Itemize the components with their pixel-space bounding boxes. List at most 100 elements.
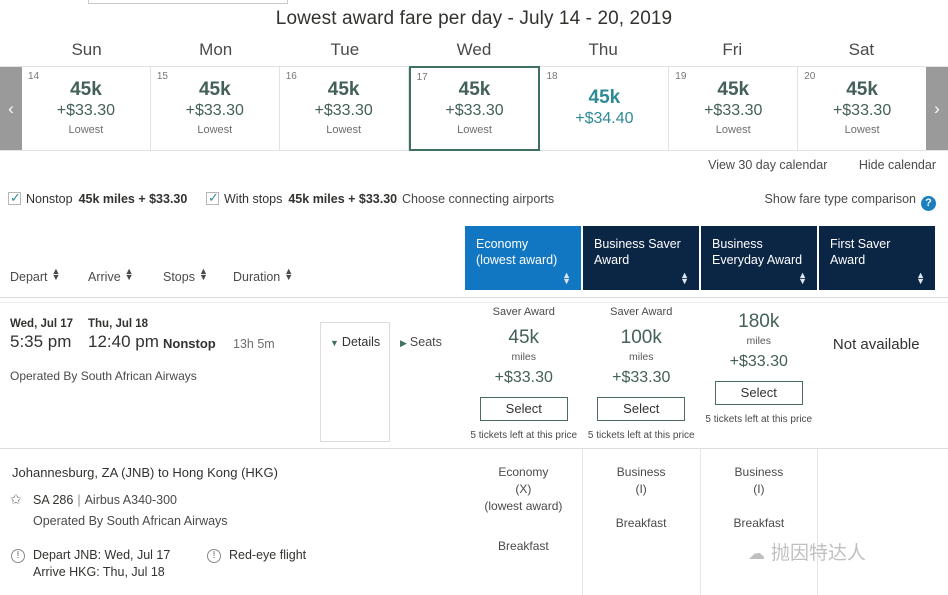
fare-miles: 100k [620,327,662,348]
sort-arrows-icon[interactable]: ▲ ▼ [284,267,293,282]
day-note: Lowest [844,124,880,136]
depart-time: 5:35 pm [10,332,72,351]
fare-column-economy[interactable]: Economy (lowest award) ▲ ▼ [465,226,581,290]
detail-route: Johannesburg, ZA (JNB) to Hong Kong (HKG… [12,465,278,480]
fare-tax: +$33.30 [494,369,553,386]
sort-arrows-icon[interactable]: ▲ ▼ [680,271,689,286]
weekday-fri: Fri [722,40,743,59]
weekday-thu: Thu [588,40,618,59]
operated-by-text: Operated By South African Airways [10,369,197,383]
sort-arrows-icon[interactable]: ▲ ▼ [798,271,807,286]
fare-column-line2: Everyday Award [712,253,803,267]
fare-cell-business-everyday: 180k miles +$33.30 Select 5 tickets left… [700,300,818,448]
calendar-day-16[interactable]: 16 45k +$33.30 Lowest [279,67,409,150]
cabin-meal: Breakfast [733,516,785,530]
sort-arrows-icon[interactable]: ▲ ▼ [52,267,61,282]
detail-arrive-note: Arrive HKG: Thu, Jul 18 [33,565,165,579]
award-calendar-page: Lowest award fare per day - July 14 - 20… [0,0,948,595]
fare-column-line1: Economy [476,237,529,251]
calendar-day-14[interactable]: 14 45k +$33.30 Lowest [22,67,151,150]
warning-icon: ! [11,549,25,563]
day-number: 18 [546,71,558,82]
select-button[interactable]: Select [479,397,568,421]
sort-arrows-icon[interactable]: ▲ ▼ [199,267,208,282]
fare-column-first-saver[interactable]: First Saver Award ▲ ▼ [819,226,935,290]
day-miles: 45k [327,79,360,100]
calendar-day-19[interactable]: 19 45k +$33.30 Lowest [669,67,799,150]
select-button[interactable]: Select [597,397,686,421]
weekday-wed: Wed [456,40,492,59]
day-number: 16 [285,71,297,82]
day-tax: +$33.30 [314,102,373,119]
choose-connecting-airports-link[interactable]: Choose connecting airports [402,192,554,206]
sort-duration[interactable]: Duration ▲ ▼ [233,267,293,285]
nonstop-filter[interactable]: Nonstop 45k miles + $33.30 [8,189,188,207]
sort-stops[interactable]: Stops ▲ ▼ [163,267,208,285]
cabin-code: (I) [753,482,765,496]
fare-miles: 180k [738,311,780,332]
calendar-links: View 30 day calendar Hide calendar [680,158,936,172]
nonstop-label: Nonstop [26,192,73,206]
sort-arrive[interactable]: Arrive ▲ ▼ [88,267,134,285]
sort-depart[interactable]: Depart ▲ ▼ [10,267,61,285]
sort-arrows-icon[interactable]: ▲ ▼ [125,267,134,282]
day-miles: 45k [198,79,231,100]
show-fare-type-comparison-link[interactable]: Show fare type comparison [765,192,916,206]
day-tax: +$33.30 [832,102,892,119]
details-toggle[interactable]: ▼ Details [330,335,380,349]
cabin-economy: Economy (X) (lowest award) Breakfast [465,448,583,595]
fare-column-business-everyday[interactable]: Business Everyday Award ▲ ▼ [701,226,817,290]
day-note: Lowest [68,124,104,136]
day-number: 17 [416,72,428,83]
sort-arrows-icon[interactable]: ▲ ▼ [562,271,571,286]
tickets-left-text: 5 tickets left at this price [470,430,578,441]
fare-miles: 45k [508,327,540,348]
sort-arrive-label: Arrive [88,270,121,284]
weekday-sat: Sat [848,40,875,59]
depart-date: Wed, Jul 17 [10,318,74,330]
divider-line [0,297,948,298]
calendar-prev-arrow-icon[interactable]: ‹ [0,67,22,150]
tickets-left-text: 5 tickets left at this price [587,430,695,441]
select-button[interactable]: Select [714,381,803,405]
fare-column-line1: First Saver Award [830,237,891,267]
detail-redeye-note: Red-eye flight [229,548,307,562]
day-tax: +$34.40 [575,110,634,127]
weekday-mon: Mon [199,40,233,59]
fare-tax: +$33.30 [612,369,671,386]
checkbox-checked-icon[interactable] [8,189,22,207]
fare-tax: +$33.30 [729,353,788,370]
warning-icon: ! [207,549,221,563]
seats-toggle[interactable]: ▶ Seats [400,335,442,349]
hide-calendar-link[interactable]: Hide calendar [859,158,936,172]
weekday-sun: Sun [71,40,102,59]
day-tax: +$33.30 [56,102,116,119]
withstops-filter[interactable]: With stops 45k miles + $33.30 [206,189,398,207]
withstops-value: 45k miles + $33.30 [288,192,398,206]
day-note: Lowest [326,124,362,136]
calendar-next-arrow-icon[interactable]: › [926,67,948,150]
withstops-label: With stops [224,192,283,206]
help-icon[interactable]: ? [921,196,936,211]
sort-arrows-icon[interactable]: ▲ ▼ [916,271,925,286]
nonstop-value: 45k miles + $33.30 [78,192,188,206]
view-30-day-calendar-link[interactable]: View 30 day calendar [708,158,827,172]
calendar-day-15[interactable]: 15 45k +$33.30 Lowest [150,67,280,150]
fare-cell-business-saver: Saver Award 100k miles +$33.30 Select 5 … [583,300,701,448]
cabin-name: Economy [498,465,549,479]
weekday-tue: Tue [330,40,360,59]
calendar-day-17-selected[interactable]: 17 45k +$33.30 Lowest [408,66,541,151]
day-number: 19 [675,71,687,82]
fare-column-business-saver[interactable]: Business Saver Award ▲ ▼ [583,226,699,290]
chevron-right-icon: ▶ [400,338,407,348]
calendar-day-20[interactable]: 20 45k +$33.30 Lowest [798,67,927,150]
stops-value: Nonstop [163,336,216,351]
checkbox-checked-icon[interactable] [206,189,220,207]
seats-label: Seats [409,335,442,349]
duration-value: 13h 5m [233,337,275,351]
fare-cell-first-saver: Not available [818,300,936,448]
calendar-day-18[interactable]: 18 45k +$34.40 [540,67,670,150]
day-number: 15 [156,71,168,82]
cabin-business-saver: Business (I) Breakfast [583,448,701,595]
weekday-right-spacer [926,36,948,64]
